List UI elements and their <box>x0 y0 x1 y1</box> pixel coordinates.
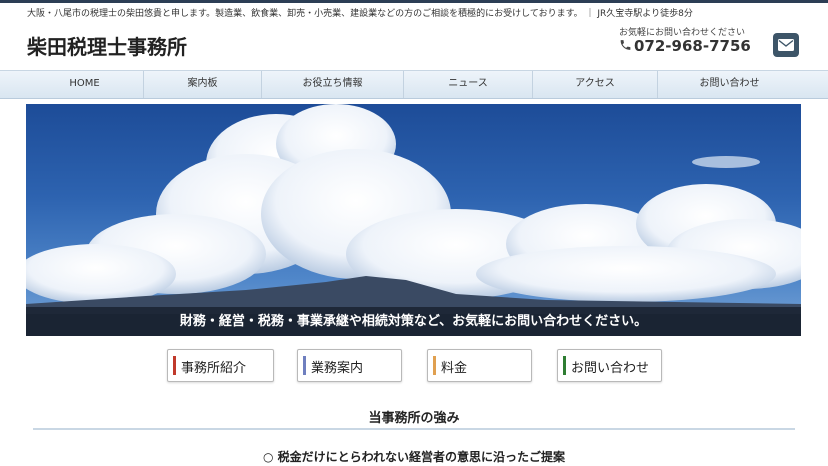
service-office-intro-button[interactable]: 事務所紹介 <box>167 349 274 382</box>
nav-news[interactable]: ニュース <box>404 71 533 98</box>
accent-bar <box>563 356 566 375</box>
nav-guide[interactable]: 案内板 <box>144 71 262 98</box>
accent-bar <box>433 356 436 375</box>
accent-bar <box>173 356 176 375</box>
hero-caption: 財務・経営・税務・事業承継や相続対策など、お気軽にお問い合わせください。 <box>26 307 801 336</box>
mail-icon <box>778 39 794 51</box>
phone-number-text: 072-968-7756 <box>634 37 751 55</box>
phone-icon <box>619 38 632 52</box>
service-label: お問い合わせ <box>571 361 650 376</box>
strength-item: ○ 税金だけにとらわれない経営者の意思に沿ったご提案 <box>262 450 566 464</box>
section-divider <box>33 428 795 430</box>
main-nav: HOME 案内板 お役立ち情報 ニュース アクセス お問い合わせ <box>0 70 828 99</box>
phone-number[interactable]: 072-968-7756 <box>619 37 751 55</box>
accent-bar <box>303 356 306 375</box>
nav-home[interactable]: HOME <box>26 71 144 98</box>
header-top-bar <box>0 0 828 3</box>
hero-image <box>26 104 801 336</box>
strengths-title: 当事務所の強み <box>368 411 460 426</box>
nav-useful-info[interactable]: お役立ち情報 <box>262 71 404 98</box>
nav-access[interactable]: アクセス <box>533 71 658 98</box>
cloud-landscape-image <box>26 104 801 336</box>
site-title[interactable]: 柴田税理士事務所 <box>27 31 187 60</box>
service-label: 業務案内 <box>311 361 364 376</box>
service-business-button[interactable]: 業務案内 <box>297 349 402 382</box>
nav-contact[interactable]: お問い合わせ <box>658 71 801 98</box>
service-fees-button[interactable]: 料金 <box>427 349 532 382</box>
service-label: 事務所紹介 <box>181 361 247 376</box>
mail-button[interactable] <box>773 33 799 57</box>
site-tagline: 大阪・八尾市の税理士の柴田悠貴と申します。製造業、飲食業、卸売・小売業、建設業な… <box>27 9 693 19</box>
service-contact-button[interactable]: お問い合わせ <box>557 349 662 382</box>
service-label: 料金 <box>441 361 468 376</box>
